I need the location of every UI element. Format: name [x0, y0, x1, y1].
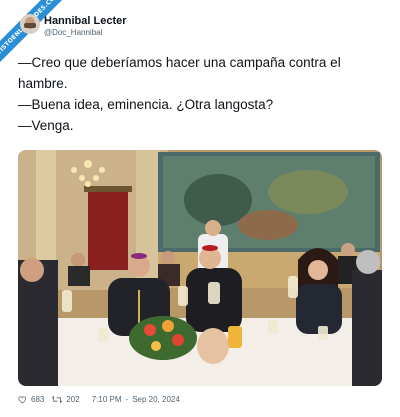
tweet-photo[interactable]	[18, 150, 382, 386]
author-name[interactable]: Hannibal Lecter	[44, 15, 127, 27]
tweet-footer: 683 202 7:10 PM - Sep 20, 2024	[18, 392, 180, 406]
author-handle[interactable]: @Doc_Hannibal	[44, 28, 102, 37]
like-count: 683	[31, 394, 45, 404]
tweet-date[interactable]: Sep 20, 2024	[132, 395, 180, 404]
tweet-line: —Buena idea, eminencia. ¿Otra langosta?	[18, 97, 274, 112]
avatar[interactable]	[20, 14, 40, 34]
retweet-icon[interactable]	[52, 395, 63, 404]
tweet-line: —Creo que deberíamos hacer una campaña c…	[18, 55, 345, 91]
dash-separator: -	[125, 394, 129, 404]
tweet-text: —Creo que deberíamos hacer una campaña c…	[18, 52, 388, 136]
tweet-line: —Venga.	[18, 118, 74, 133]
heart-icon[interactable]	[18, 395, 27, 404]
retweet-count: 202	[66, 394, 80, 404]
tweet-card: VISTOENLASREDES.COM Hannibal Lecter @Doc…	[0, 0, 400, 417]
banquet-photo-illustration	[18, 150, 382, 386]
tweet-time[interactable]: 7:10 PM	[92, 395, 122, 404]
